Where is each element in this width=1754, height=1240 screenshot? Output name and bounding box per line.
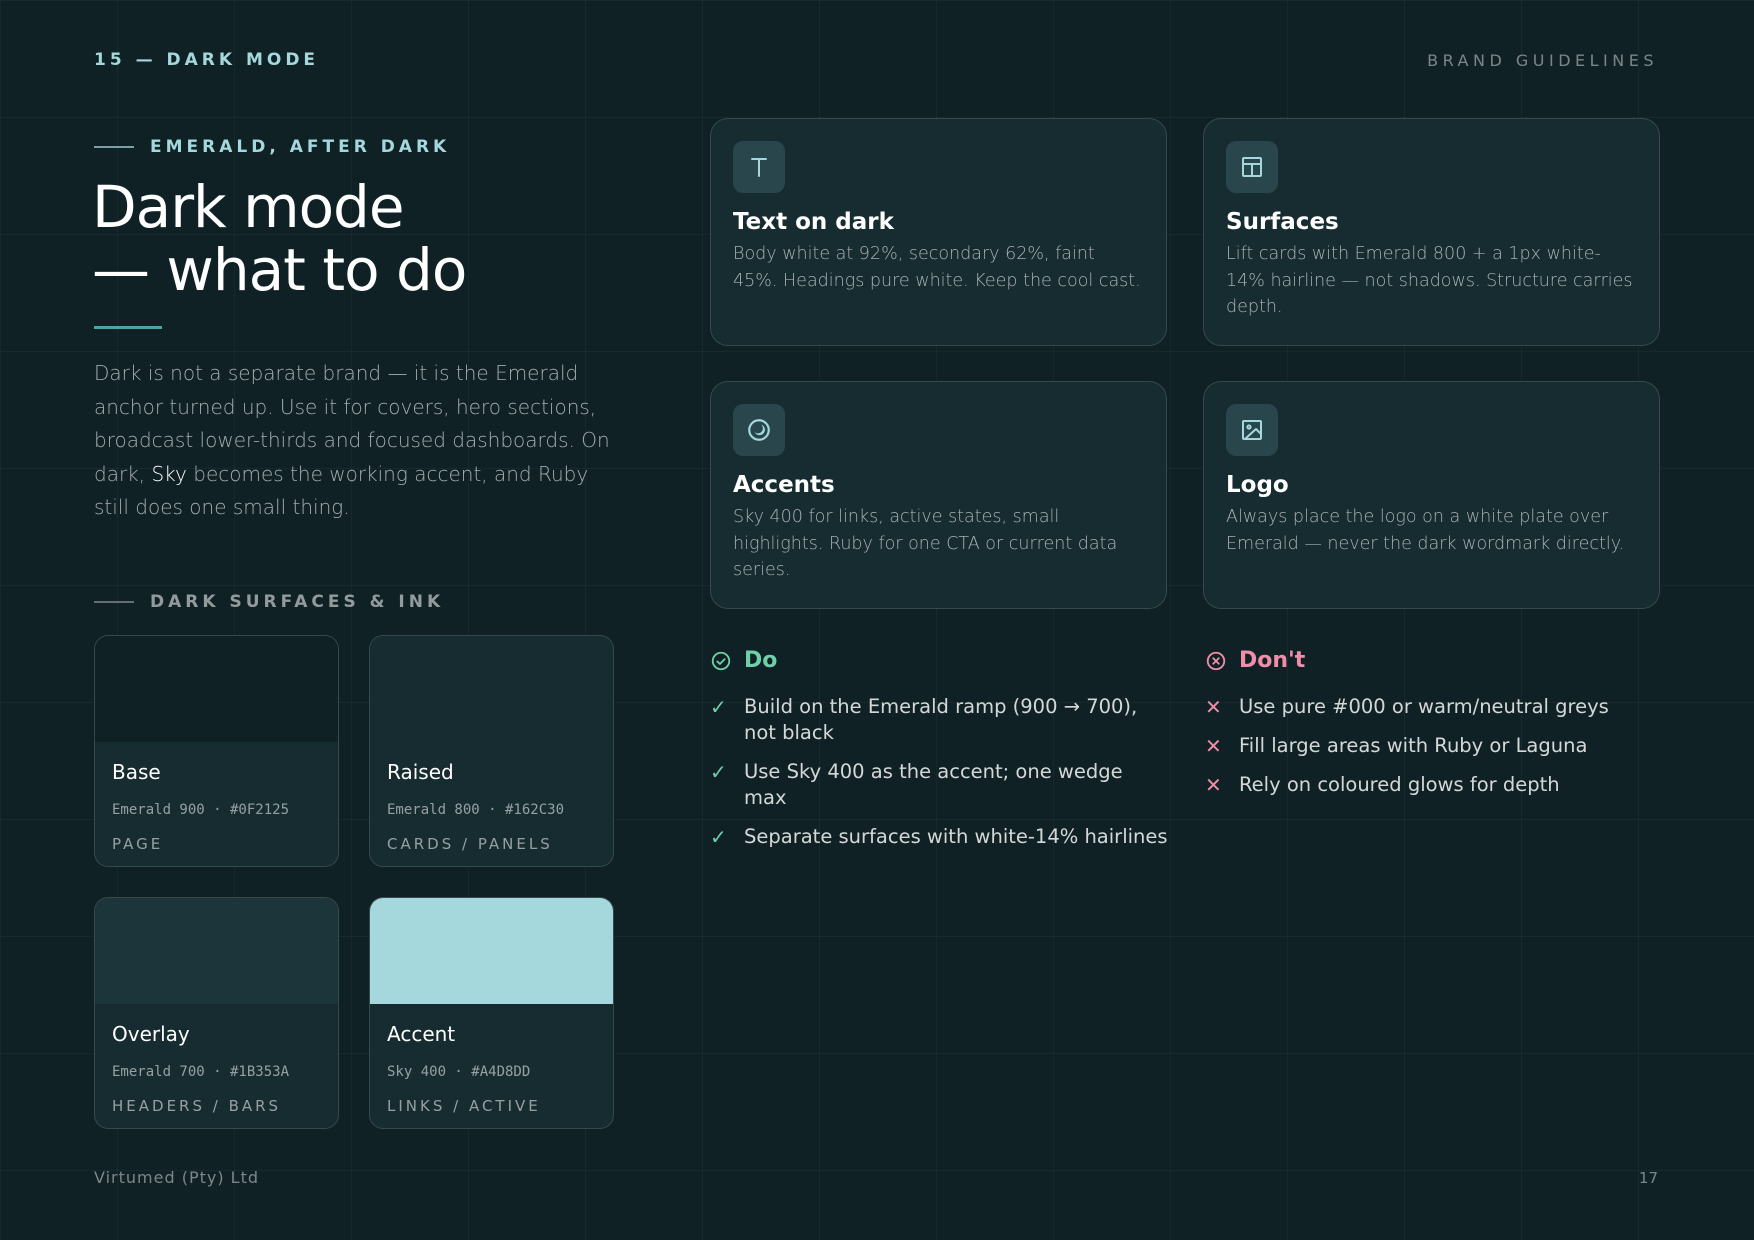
- swatch-name: Raised: [387, 760, 454, 784]
- swatch-chip: [95, 636, 338, 742]
- swatch-accent: Accent Sky 400 · #A4D8DD LINKS / ACTIVE: [369, 897, 614, 1129]
- swatch-name: Accent: [387, 1022, 456, 1046]
- card-body: Lift cards with Emerald 800 + a 1px whit…: [1226, 244, 1633, 317]
- title-line-2: — what to do: [92, 236, 467, 304]
- card-text-on-dark: Text on dark Body white at 92%, secondar…: [710, 118, 1167, 346]
- swatch-chip: [370, 898, 613, 1004]
- card-body: Sky 400 for links, active states, small …: [733, 507, 1118, 580]
- check-icon: ✓: [710, 825, 727, 849]
- surfaces-heading-text: DARK SURFACES & INK: [150, 592, 445, 612]
- x-icon: ✕: [1205, 695, 1222, 719]
- eyebrow-text: EMERALD, AFTER DARK: [150, 137, 451, 157]
- swatch-use: CARDS / PANELS: [387, 835, 553, 853]
- swatch-base: Base Emerald 900 · #0F2125 PAGE: [94, 635, 339, 867]
- swatch-code: Emerald 800 · #162C30: [387, 802, 565, 818]
- card-accents: Accents Sky 400 for links, active states…: [710, 381, 1167, 609]
- card-body: Body white at 92%, secondary 62%, faint …: [733, 244, 1141, 291]
- dont-item: ✕ Fill large areas with Ruby or Laguna: [1205, 733, 1665, 759]
- card-logo: Logo Always place the logo on a white pl…: [1203, 381, 1660, 609]
- do-item: ✓ Separate surfaces with white-14% hairli…: [710, 824, 1170, 850]
- title-rule: [94, 326, 162, 329]
- intro-strong-sky: Sky: [151, 461, 187, 486]
- dont-title: Don't: [1239, 648, 1306, 673]
- dont-item-text: Rely on coloured glows for depth: [1239, 773, 1560, 796]
- surfaces-heading: DARK SURFACES & INK: [94, 592, 444, 612]
- swatch-name: Base: [112, 760, 161, 784]
- swatch-chip: [95, 898, 338, 1004]
- do-item: ✓ Use Sky 400 as the accent; one wedge ma…: [710, 759, 1170, 811]
- swatch-code: Sky 400 · #A4D8DD: [387, 1064, 531, 1080]
- swatch-overlay: Overlay Emerald 700 · #1B353A HEADERS / …: [94, 897, 339, 1129]
- card-body: Always place the logo on a white plate o…: [1226, 507, 1625, 554]
- check-icon: ✓: [710, 695, 727, 719]
- do-item-text: Build on the Emerald ramp (900 → 700), n…: [744, 695, 1138, 744]
- intro-paragraph: Dark is not a separate brand — it is the…: [94, 357, 614, 525]
- do-item-text: Separate surfaces with white-14% hairlin…: [744, 825, 1168, 848]
- section-label: 15 — DARK MODE: [94, 50, 320, 70]
- eyebrow-dash: [94, 146, 134, 148]
- footer-company: Virtumed (Pty) Ltd: [94, 1168, 260, 1187]
- swatch-code: Emerald 700 · #1B353A: [112, 1064, 290, 1080]
- x-icon: ✕: [1205, 734, 1222, 758]
- x-icon: ✕: [1205, 773, 1222, 797]
- layout-panel-icon: [1226, 141, 1278, 193]
- dont-list: ✕ Use pure #000 or warm/neutral greys ✕ Fi…: [1205, 694, 1665, 811]
- card-surfaces: Surfaces Lift cards with Emerald 800 + a…: [1203, 118, 1660, 346]
- page-title: Dark mode — what to do: [92, 173, 467, 304]
- x-circle-icon: [1206, 651, 1226, 670]
- do-item: ✓ Build on the Emerald ramp (900 → 700), …: [710, 694, 1170, 746]
- page-number: 17: [1638, 1169, 1658, 1187]
- title-line-1: Dark mode: [92, 173, 405, 241]
- card-title: Surfaces: [1226, 209, 1339, 235]
- doc-title: BRAND GUIDELINES: [1427, 51, 1658, 70]
- image-icon: [1226, 404, 1278, 456]
- do-heading: Do: [710, 648, 777, 673]
- check-icon: ✓: [710, 760, 727, 784]
- dont-item-text: Fill large areas with Ruby or Laguna: [1239, 734, 1588, 757]
- dont-item: ✕ Rely on coloured glows for depth: [1205, 772, 1665, 798]
- dont-item-text: Use pure #000 or warm/neutral greys: [1239, 695, 1609, 718]
- swatch-use: HEADERS / BARS: [112, 1097, 282, 1115]
- moon-circle-icon: [733, 404, 785, 456]
- swatch-name: Overlay: [112, 1022, 190, 1046]
- dont-item: ✕ Use pure #000 or warm/neutral greys: [1205, 694, 1665, 720]
- swatch-chip: [370, 636, 613, 742]
- card-title: Accents: [733, 472, 835, 498]
- card-title: Logo: [1226, 472, 1289, 498]
- do-title: Do: [744, 648, 778, 673]
- heading-dash: [94, 601, 134, 603]
- swatch-code: Emerald 900 · #0F2125: [112, 802, 290, 818]
- do-item-text: Use Sky 400 as the accent; one wedge max: [744, 760, 1123, 809]
- swatch-use: LINKS / ACTIVE: [387, 1097, 541, 1115]
- check-circle-icon: [711, 651, 731, 670]
- hero-eyebrow: EMERALD, AFTER DARK: [94, 137, 450, 157]
- do-list: ✓ Build on the Emerald ramp (900 → 700), …: [710, 694, 1170, 863]
- text-icon: [733, 141, 785, 193]
- dont-heading: Don't: [1205, 648, 1305, 673]
- card-title: Text on dark: [733, 209, 894, 235]
- swatch-use: PAGE: [112, 835, 164, 853]
- swatch-raised: Raised Emerald 800 · #162C30 CARDS / PAN…: [369, 635, 614, 867]
